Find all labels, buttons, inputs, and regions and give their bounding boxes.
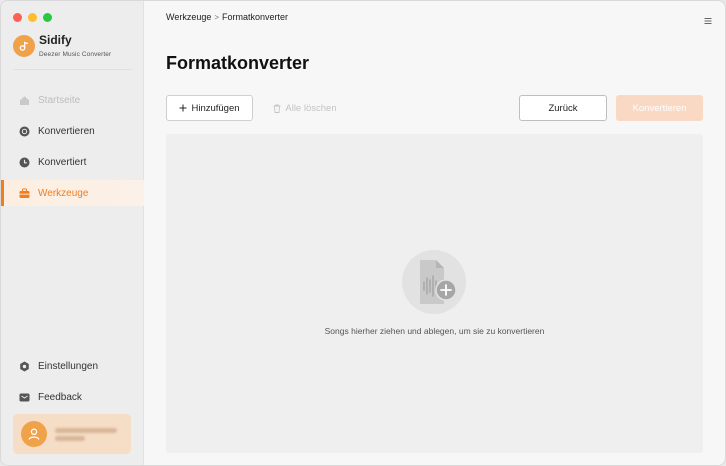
- app-subtitle: Deezer Music Converter: [39, 51, 112, 58]
- trash-icon: [273, 104, 281, 113]
- app-window: Sidify Deezer Music Converter Startseite…: [0, 0, 726, 466]
- sidebar-item-label: Werkzeuge: [38, 187, 89, 199]
- sidebar-item-konvertieren[interactable]: Konvertieren: [1, 118, 144, 144]
- sidebar-item-feedback[interactable]: Feedback: [1, 384, 144, 410]
- sidebar-item-label: Einstellungen: [38, 360, 99, 372]
- convert-icon: [19, 126, 30, 137]
- clear-all-button-label: Alle löschen: [285, 102, 337, 114]
- sidebar-item-label: Konvertieren: [38, 125, 95, 137]
- sidebar: Sidify Deezer Music Converter Startseite…: [1, 1, 144, 465]
- sidebar-item-einstellungen[interactable]: Einstellungen: [1, 353, 144, 379]
- sidebar-item-label: Feedback: [38, 391, 82, 403]
- gear-icon: [19, 361, 30, 372]
- user-icon: [28, 428, 40, 440]
- zoom-window-button[interactable]: [43, 13, 52, 22]
- avatar: [21, 421, 47, 447]
- add-button-label: Hinzufügen: [191, 102, 240, 114]
- add-button[interactable]: Hinzufügen: [166, 95, 253, 121]
- audio-file-add-icon: [402, 250, 466, 314]
- menu-icon[interactable]: [704, 12, 712, 30]
- close-window-button[interactable]: [13, 13, 22, 22]
- sidebar-item-startseite[interactable]: Startseite: [1, 87, 144, 113]
- app-name: Sidify: [39, 33, 72, 47]
- sidebar-item-label: Startseite: [38, 94, 81, 106]
- back-button-label: Zurück: [548, 102, 578, 114]
- plus-icon: [179, 104, 187, 112]
- page-title: Formatkonverter: [166, 53, 310, 73]
- app-logo-icon: [13, 35, 35, 57]
- brand: Sidify Deezer Music Converter: [13, 33, 111, 58]
- convert-button-label: Konvertieren: [632, 102, 687, 114]
- breadcrumb-current: Formatkonverter: [222, 12, 289, 22]
- mail-icon: [19, 392, 30, 403]
- user-account-card[interactable]: [13, 414, 131, 454]
- clock-icon: [19, 157, 30, 168]
- window-controls: [13, 13, 52, 22]
- drop-zone-instruction: Songs hierher ziehen und ablegen, um sie…: [324, 326, 545, 336]
- back-button[interactable]: Zurück: [519, 95, 607, 121]
- clear-all-button[interactable]: Alle löschen: [263, 95, 347, 121]
- user-info-redacted: [55, 425, 117, 444]
- breadcrumb: Werkzeuge > Formatkonverter: [166, 12, 288, 22]
- drop-zone[interactable]: Songs hierher ziehen und ablegen, um sie…: [166, 134, 703, 453]
- sidebar-item-konvertiert[interactable]: Konvertiert: [1, 149, 144, 175]
- sidebar-item-werkzeuge[interactable]: Werkzeuge: [1, 180, 144, 206]
- sidebar-divider: [13, 69, 132, 70]
- convert-button[interactable]: Konvertieren: [616, 95, 703, 121]
- breadcrumb-parent[interactable]: Werkzeuge: [166, 12, 211, 22]
- breadcrumb-separator: >: [214, 12, 220, 22]
- home-icon: [19, 95, 30, 106]
- minimize-window-button[interactable]: [28, 13, 37, 22]
- sidebar-item-label: Konvertiert: [38, 156, 87, 168]
- toolbox-icon: [19, 188, 30, 199]
